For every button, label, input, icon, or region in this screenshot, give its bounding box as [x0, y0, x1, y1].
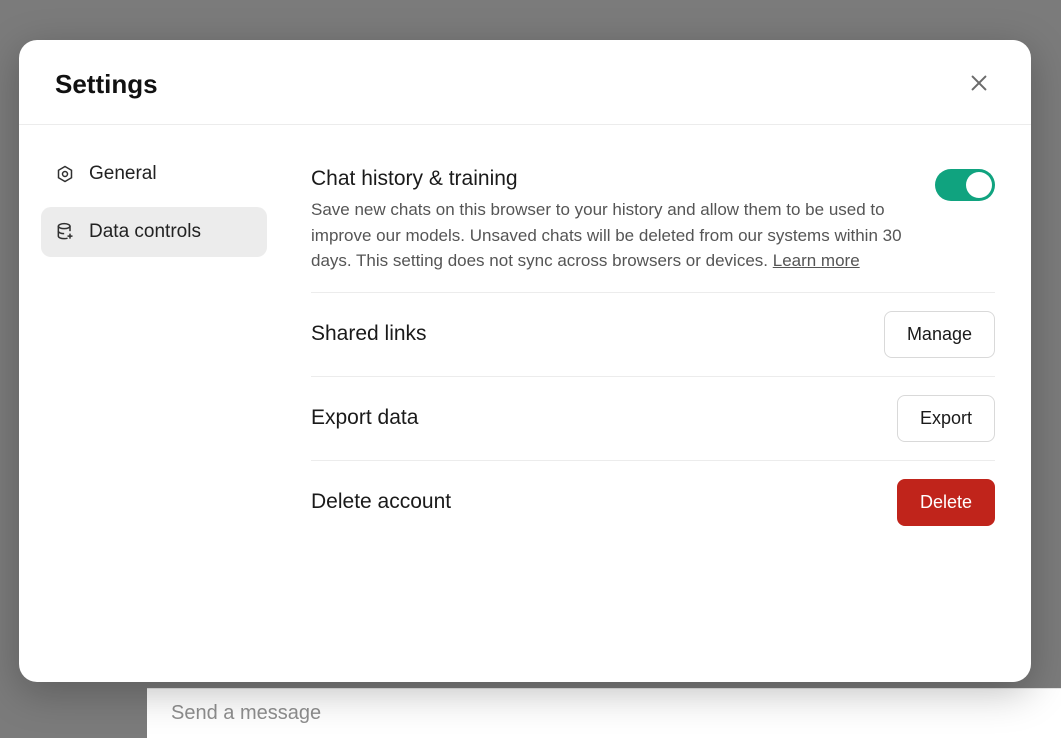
- learn-more-link[interactable]: Learn more: [773, 251, 860, 270]
- sidebar-item-data-controls[interactable]: Data controls: [41, 207, 267, 257]
- section-text: Shared links: [311, 322, 860, 346]
- section-text: Chat history & training Save new chats o…: [311, 167, 911, 274]
- gear-icon: [55, 164, 75, 184]
- section-export-data: Export data Export: [311, 377, 995, 461]
- manage-shared-links-button[interactable]: Manage: [884, 311, 995, 358]
- sidebar-item-label: General: [89, 163, 157, 185]
- section-title: Chat history & training: [311, 167, 911, 191]
- section-chat-history: Chat history & training Save new chats o…: [311, 149, 995, 293]
- close-button[interactable]: [963, 68, 995, 100]
- sidebar-item-label: Data controls: [89, 221, 201, 243]
- database-icon: [55, 222, 75, 242]
- chat-input-container: Send a message: [147, 688, 1061, 738]
- toggle-knob: [966, 172, 992, 198]
- section-text: Export data: [311, 406, 873, 430]
- settings-sidebar: General Data controls: [19, 125, 289, 682]
- export-data-button[interactable]: Export: [897, 395, 995, 442]
- settings-main: Chat history & training Save new chats o…: [289, 125, 1031, 682]
- modal-body: General Data controls Chat h: [19, 125, 1031, 682]
- modal-title: Settings: [55, 69, 158, 100]
- section-delete-account: Delete account Delete: [311, 461, 995, 544]
- modal-header: Settings: [19, 40, 1031, 125]
- sidebar-item-general[interactable]: General: [41, 149, 267, 199]
- section-text: Delete account: [311, 490, 873, 514]
- settings-modal: Settings General: [19, 40, 1031, 682]
- chat-history-toggle[interactable]: [935, 169, 995, 201]
- delete-account-button[interactable]: Delete: [897, 479, 995, 526]
- close-icon: [968, 72, 990, 97]
- section-title: Export data: [311, 406, 873, 430]
- section-title: Delete account: [311, 490, 873, 514]
- chat-input-placeholder[interactable]: Send a message: [171, 702, 321, 725]
- section-shared-links: Shared links Manage: [311, 293, 995, 377]
- section-description: Save new chats on this browser to your h…: [311, 197, 911, 274]
- section-title: Shared links: [311, 322, 860, 346]
